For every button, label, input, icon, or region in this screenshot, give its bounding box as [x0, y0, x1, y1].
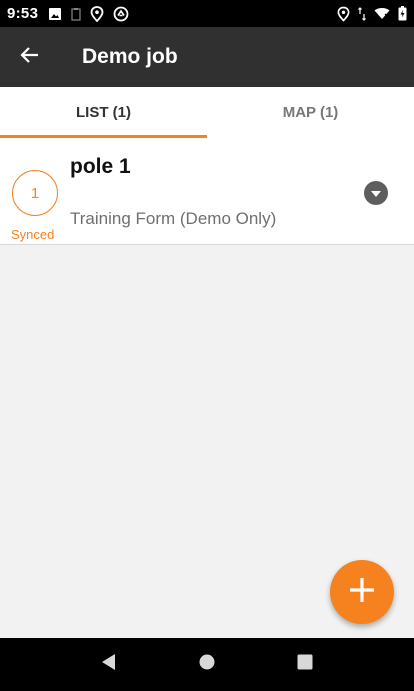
battery-icon [398, 6, 407, 21]
location-pin-icon [337, 6, 350, 22]
location-pin-icon [90, 5, 104, 22]
plus-icon [348, 576, 376, 609]
sync-status-label: Synced [11, 227, 55, 242]
chevron-down-icon [371, 184, 381, 202]
item-subtitle: Training Form (Demo Only) [70, 209, 277, 228]
tab-map[interactable]: MAP (1) [207, 87, 414, 138]
expand-button[interactable] [364, 181, 388, 205]
nav-home-button[interactable] [183, 641, 231, 689]
circle-home-icon [199, 654, 215, 675]
tab-list-label: LIST (1) [76, 104, 131, 121]
clipboard-icon [71, 7, 81, 21]
status-time: 9:53 [7, 5, 39, 22]
tab-bar: LIST (1) MAP (1) [0, 87, 414, 138]
wifi-icon [374, 7, 390, 20]
tab-map-label: MAP (1) [282, 104, 339, 121]
back-button[interactable] [0, 27, 60, 87]
system-nav-bar [0, 638, 414, 691]
status-bar: 9:53 [0, 0, 414, 27]
tab-list[interactable]: LIST (1) [0, 87, 207, 138]
image-icon [48, 7, 62, 21]
status-left-icons [48, 5, 129, 22]
item-title: pole 1 [70, 155, 131, 178]
item-number: 1 [30, 184, 40, 202]
item-number-badge: 1 [12, 170, 58, 216]
arrow-back-icon [20, 45, 40, 70]
page-title: Demo job [82, 45, 178, 68]
status-right-icons [337, 6, 407, 22]
app-bar: Demo job [0, 27, 414, 87]
sync-app-icon [113, 6, 129, 22]
list-item[interactable]: 1 Synced pole 1 Training Form (Demo Only… [0, 138, 414, 245]
nav-back-button[interactable] [85, 641, 133, 689]
square-recents-icon [297, 654, 313, 675]
triangle-back-icon [100, 653, 118, 676]
data-arrows-icon [358, 6, 366, 21]
nav-recents-button[interactable] [281, 641, 329, 689]
add-item-button[interactable] [330, 560, 394, 624]
